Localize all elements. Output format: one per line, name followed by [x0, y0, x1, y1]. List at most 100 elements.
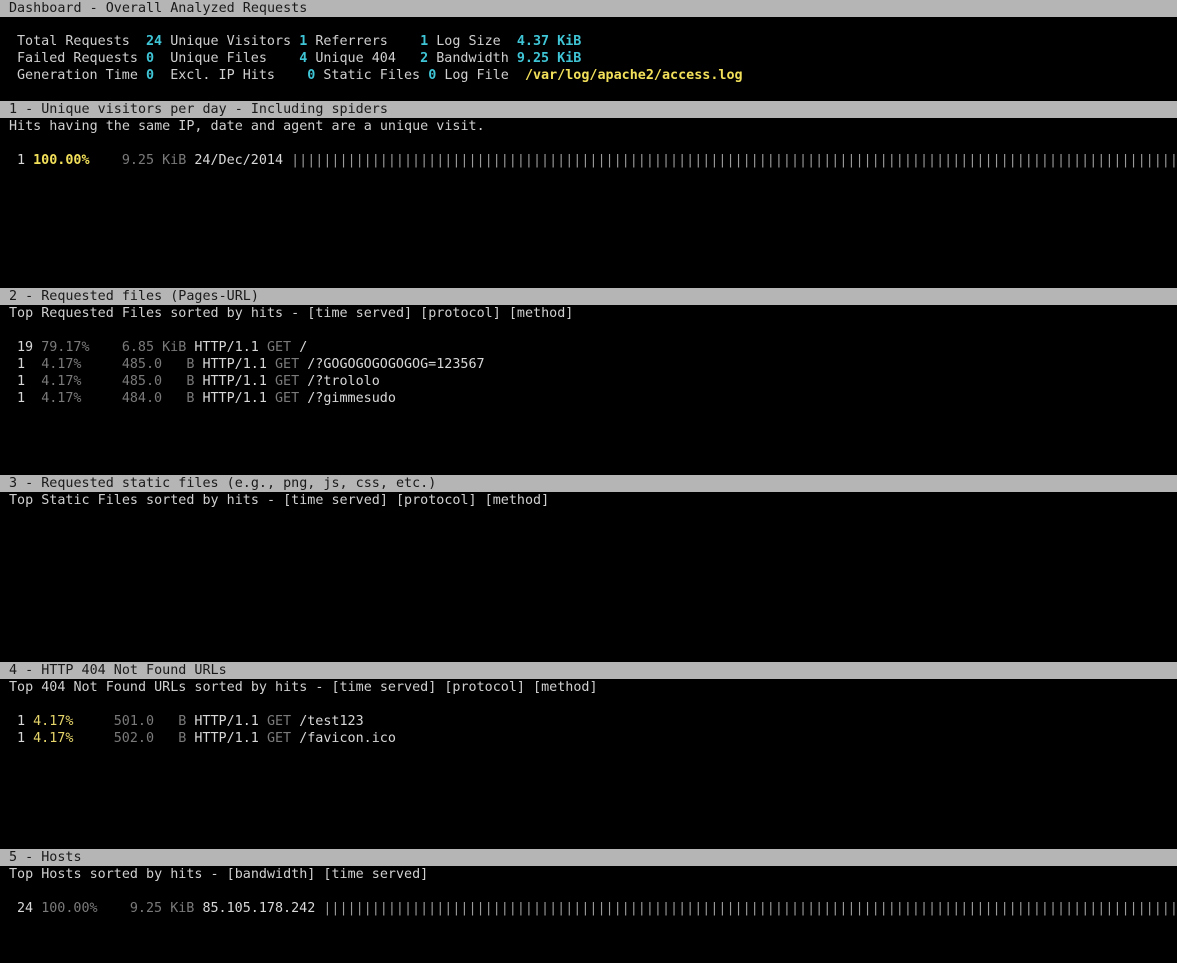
host-ip: 85.105.178.242: [202, 901, 316, 916]
bandwidth-unit: B: [178, 731, 187, 746]
bandwidth-value: 501.0: [113, 714, 155, 729]
protocol: HTTP/1.1: [194, 340, 259, 355]
table-row[interactable]: 1 100.00% 9.25 KiB 24/Dec/2014 |||||||||…: [0, 152, 1177, 169]
bandwidth-label: Bandwidth: [436, 51, 509, 66]
panel-5-description: Top Hosts sorted by hits - [bandwidth] […: [9, 867, 429, 882]
bandwidth-value: 6.85: [121, 340, 155, 355]
bandwidth-unit: B: [178, 714, 187, 729]
hits-count: 1: [17, 731, 26, 746]
unique-404-value: 2: [420, 51, 429, 66]
request-url: /test123: [299, 714, 364, 729]
overall-stats-row-2: Failed Requests 0 Unique Files 4 Unique …: [0, 50, 1177, 67]
failed-requests-label: Failed Requests: [17, 51, 138, 66]
bandwidth-value: 9.25: [121, 153, 155, 168]
log-size-value: 4.37 KiB: [516, 34, 582, 49]
bandwidth-value: 484.0: [121, 391, 163, 406]
protocol: HTTP/1.1: [202, 391, 267, 406]
request-url: /?gimmesudo: [307, 391, 396, 406]
log-file-label: Log File: [444, 68, 509, 83]
hits-percent: 4.17%: [41, 357, 82, 372]
dashboard-title-bar: Dashboard - Overall Analyzed Requests: [0, 0, 1177, 17]
excl-ip-hits-label: Excl. IP Hits: [170, 68, 275, 83]
hits-bar-graph: ||||||||||||||||||||||||||||||||||||||||…: [323, 901, 1177, 916]
overall-stats-row-1: Total Requests 24 Unique Visitors 1 Refe…: [0, 33, 1177, 50]
bandwidth-unit: KiB: [162, 153, 187, 168]
hits-percent: 4.17%: [33, 714, 74, 729]
generation-time-value: 0: [146, 68, 155, 83]
hits-count: 1: [17, 714, 26, 729]
protocol: HTTP/1.1: [202, 374, 267, 389]
log-file-value: /var/log/apache2/access.log: [524, 68, 743, 83]
unique-404-label: Unique 404: [315, 51, 396, 66]
bandwidth-value: 502.0: [113, 731, 155, 746]
bandwidth-unit: B: [186, 391, 195, 406]
hits-percent: 4.17%: [33, 731, 74, 746]
unique-visitors-value: 1: [299, 34, 308, 49]
request-url: /?GOGOGOGOGOGOG=123567: [307, 357, 485, 372]
date-value: 24/Dec/2014: [194, 153, 284, 168]
unique-files-label: Unique Files: [170, 51, 267, 66]
table-row[interactable]: 24 100.00% 9.25 KiB 85.105.178.242 |||||…: [0, 900, 1177, 917]
hits-count: 19: [17, 340, 34, 355]
method: GET: [275, 391, 300, 406]
table-row[interactable]: 1 4.17% 484.0 B HTTP/1.1 GET /?gimmesudo: [0, 390, 1177, 407]
method: GET: [275, 357, 300, 372]
table-row[interactable]: 1 4.17% 502.0 B HTTP/1.1 GET /favicon.ic…: [0, 730, 1177, 747]
failed-requests-value: 0: [146, 51, 155, 66]
bandwidth-unit: KiB: [170, 901, 195, 916]
hits-count: 1: [17, 153, 26, 168]
panel-2-header[interactable]: 2 - Requested files (Pages-URL): [0, 288, 1177, 305]
method: GET: [275, 374, 300, 389]
static-files-value: 0: [428, 68, 437, 83]
hits-percent: 4.17%: [41, 374, 82, 389]
method: GET: [266, 731, 292, 746]
protocol: HTTP/1.1: [194, 731, 259, 746]
request-url: /: [299, 340, 308, 355]
total-requests-label: Total Requests: [17, 34, 130, 49]
table-row[interactable]: 1 4.17% 485.0 B HTTP/1.1 GET /?trololo: [0, 373, 1177, 390]
panel-1-header[interactable]: 1 - Unique visitors per day - Including …: [0, 101, 1177, 118]
bandwidth-value: 485.0: [121, 357, 163, 372]
bandwidth-value: 485.0: [121, 374, 163, 389]
method: GET: [266, 340, 292, 355]
log-size-label: Log Size: [436, 34, 501, 49]
referrers-value: 1: [420, 34, 429, 49]
hits-percent: 79.17%: [41, 340, 90, 355]
bandwidth-unit: KiB: [162, 340, 187, 355]
hits-count: 1: [17, 357, 26, 372]
total-requests-value: 24: [146, 34, 163, 49]
hits-count: 1: [17, 391, 26, 406]
protocol: HTTP/1.1: [202, 357, 267, 372]
overall-stats-row-3: Generation Time 0 Excl. IP Hits 0 Static…: [0, 67, 1177, 84]
bandwidth-value: 9.25 KiB: [516, 51, 582, 66]
hits-bar-graph: ||||||||||||||||||||||||||||||||||||||||…: [291, 153, 1177, 168]
panel-2-description: Top Requested Files sorted by hits - [ti…: [9, 306, 574, 321]
hits-count: 1: [17, 374, 26, 389]
dashboard-title: Dashboard - Overall Analyzed Requests: [9, 1, 308, 16]
referrers-label: Referrers: [315, 34, 388, 49]
request-url: /?trololo: [307, 374, 380, 389]
unique-visitors-label: Unique Visitors: [170, 34, 292, 49]
table-row[interactable]: 1 4.17% 501.0 B HTTP/1.1 GET /test123: [0, 713, 1177, 730]
hits-count: 24: [17, 901, 34, 916]
hits-percent: 100.00%: [33, 153, 90, 168]
request-url: /favicon.ico: [299, 731, 396, 746]
excl-ip-hits-value: 0: [307, 68, 316, 83]
panel-4-header[interactable]: 4 - HTTP 404 Not Found URLs: [0, 662, 1177, 679]
hits-percent: 100.00%: [41, 901, 98, 916]
panel-3-header[interactable]: 3 - Requested static files (e.g., png, j…: [0, 475, 1177, 492]
unique-files-value: 4: [299, 51, 308, 66]
protocol: HTTP/1.1: [194, 714, 259, 729]
panel-1-description: Hits having the same IP, date and agent …: [9, 119, 485, 134]
bandwidth-unit: B: [186, 357, 195, 372]
hits-percent: 4.17%: [41, 391, 82, 406]
table-row[interactable]: 19 79.17% 6.85 KiB HTTP/1.1 GET /: [0, 339, 1177, 356]
panel-5-header[interactable]: 5 - Hosts: [0, 849, 1177, 866]
method: GET: [266, 714, 292, 729]
generation-time-label: Generation Time: [17, 68, 138, 83]
bandwidth-unit: B: [186, 374, 195, 389]
bandwidth-value: 9.25: [129, 901, 163, 916]
panel-3-description: Top Static Files sorted by hits - [time …: [9, 493, 550, 508]
panel-4-description: Top 404 Not Found URLs sorted by hits - …: [9, 680, 598, 695]
table-row[interactable]: 1 4.17% 485.0 B HTTP/1.1 GET /?GOGOGOGOG…: [0, 356, 1177, 373]
